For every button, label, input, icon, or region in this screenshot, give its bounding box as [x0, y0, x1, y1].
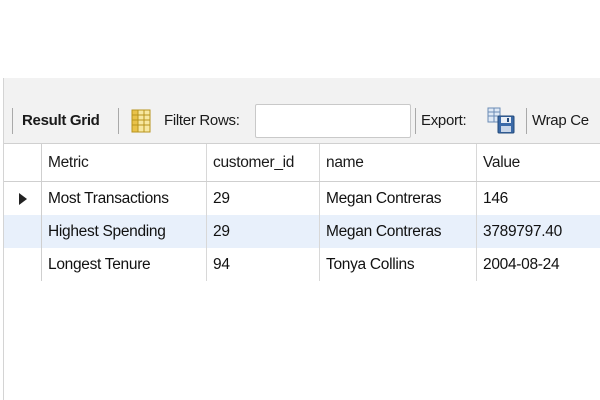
toolbar-separator [415, 108, 416, 134]
toolbar-separator [12, 108, 13, 134]
export-label: Export: [421, 112, 467, 129]
column-header-name[interactable]: name [320, 144, 477, 181]
row-indicator[interactable] [4, 182, 42, 215]
result-panel: Result Grid Filter Rows: Export: Wrap Ce [3, 78, 600, 400]
row-indicator[interactable] [4, 248, 42, 281]
current-row-arrow-icon [18, 192, 27, 205]
column-header-customer-id[interactable]: customer_id [207, 144, 320, 181]
cell-value[interactable]: 2004-08-24 [477, 248, 600, 281]
cell-name[interactable]: Megan Contreras [320, 182, 477, 215]
column-header-metric[interactable]: Metric [42, 144, 207, 181]
export-icon[interactable] [486, 106, 518, 136]
cell-metric[interactable]: Most Transactions [42, 182, 207, 215]
result-grid-icon[interactable] [131, 109, 151, 133]
blank-area [0, 0, 600, 78]
cell-metric[interactable]: Longest Tenure [42, 248, 207, 281]
filter-rows-label: Filter Rows: [164, 112, 240, 129]
cell-customer-id[interactable]: 29 [207, 215, 320, 248]
column-header-value[interactable]: Value [477, 144, 600, 181]
table-row[interactable]: Most Transactions 29 Megan Contreras 146 [4, 182, 600, 215]
toolbar-separator [118, 108, 119, 134]
cell-name[interactable]: Tonya Collins [320, 248, 477, 281]
result-toolbar: Result Grid Filter Rows: Export: Wrap Ce [4, 78, 600, 144]
cell-metric[interactable]: Highest Spending [42, 215, 207, 248]
cell-value[interactable]: 146 [477, 182, 600, 215]
cell-value[interactable]: 3789797.40 [477, 215, 600, 248]
cell-customer-id[interactable]: 29 [207, 182, 320, 215]
cell-customer-id[interactable]: 94 [207, 248, 320, 281]
table-row[interactable]: Longest Tenure 94 Tonya Collins 2004-08-… [4, 248, 600, 281]
row-indicator[interactable] [4, 215, 42, 248]
table-row[interactable]: Highest Spending 29 Megan Contreras 3789… [4, 215, 600, 248]
cell-name[interactable]: Megan Contreras [320, 215, 477, 248]
toolbar-separator [526, 108, 527, 134]
row-indicator-header [4, 144, 42, 181]
wrap-cell-content-toggle[interactable]: Wrap Ce [532, 112, 589, 129]
result-grid-button[interactable]: Result Grid [22, 112, 100, 129]
table-header-row: Metric customer_id name Value [4, 144, 600, 182]
filter-rows-input[interactable] [255, 104, 411, 138]
